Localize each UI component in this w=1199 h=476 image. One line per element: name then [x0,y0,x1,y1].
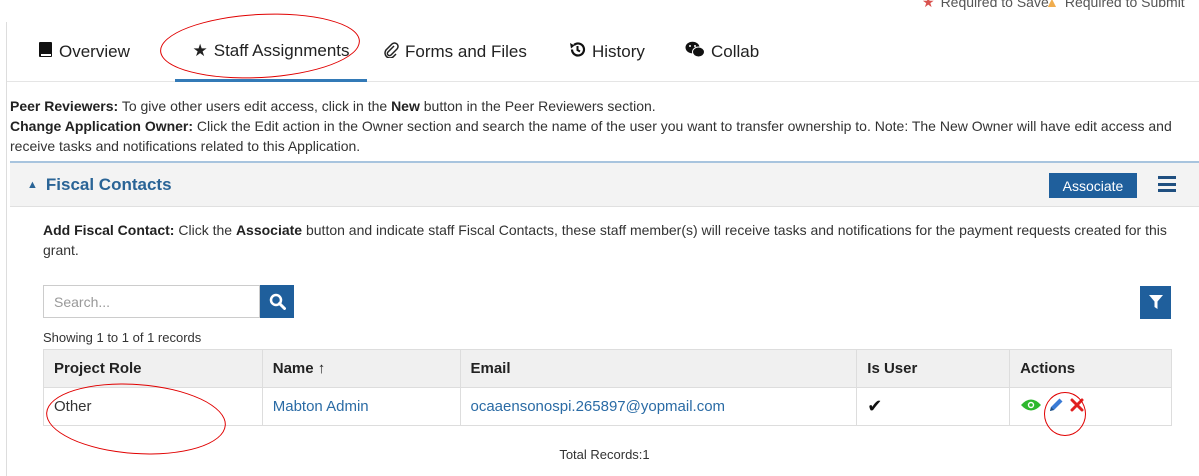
fiscal-contacts-table: Project Role Name ↑ Email Is User Action… [43,349,1172,426]
cell-email-link[interactable]: ocaaensonospi.265897@yopmail.com [459,387,858,426]
filter-button[interactable] [1140,286,1171,319]
book-icon [39,41,53,63]
search-button[interactable] [260,285,294,318]
panel-header: ▲ Fiscal Contacts Associate [10,163,1199,207]
total-records: Total Records:1 [559,447,650,462]
tab-bar: Overview ★ Staff Assignments Forms and F… [7,22,1199,82]
warning-icon: ▲ [1045,0,1059,10]
table-row: Other Mabton Admin ocaaensonospi.265897@… [43,387,1172,426]
paperclip-icon [383,41,399,63]
records-count: Showing 1 to 1 of 1 records [43,330,202,345]
filter-icon [1148,295,1163,309]
required-legend: ★ Required to Save ▲ Required to Submit [0,0,1199,22]
column-header-name[interactable]: Name ↑ [261,349,461,388]
column-header-actions: Actions [1009,349,1172,388]
cell-actions [1009,387,1172,426]
search-icon [269,293,286,310]
tab-staff-assignments[interactable]: ★ Staff Assignments [175,22,367,82]
required-submit-legend: ▲ Required to Submit [1045,0,1185,10]
search-input[interactable] [43,285,260,318]
table-header-row: Project Role Name ↑ Email Is User Action… [43,349,1172,388]
cell-project-role: Other [43,387,263,426]
tab-label: Overview [59,42,130,61]
star-icon: ★ [192,40,208,60]
panel-description: Add Fiscal Contact: Click the Associate … [43,222,1167,258]
change-owner-note: Change Application Owner: Click the Edit… [10,118,1172,154]
associate-button[interactable]: Associate [1049,173,1137,198]
required-save-legend: ★ Required to Save [922,0,1049,11]
view-icon[interactable] [1020,398,1042,416]
instructions: Peer Reviewers: To give other users edit… [10,96,1195,156]
content-left-border [6,22,7,476]
tab-collab[interactable]: Collab [685,22,759,82]
tab-history[interactable]: History [569,22,645,82]
column-header-project-role[interactable]: Project Role [43,349,263,388]
panel-title: Fiscal Contacts [45,175,172,194]
delete-icon[interactable] [1070,398,1084,416]
tab-label: Collab [711,42,760,61]
column-header-email[interactable]: Email [459,349,858,388]
cell-is-user-check-icon: ✔ [856,387,1011,426]
wechat-icon [685,41,705,63]
caret-up-icon: ▲ [27,179,38,191]
column-header-is-user[interactable]: Is User [856,349,1011,388]
history-icon [569,41,586,63]
peer-reviewers-note: Peer Reviewers: To give other users edit… [10,98,656,114]
cell-name-link[interactable]: Mabton Admin [261,387,461,426]
menu-icon[interactable] [1158,176,1176,192]
tab-forms-and-files[interactable]: Forms and Files [383,22,527,82]
tab-label: Staff Assignments [213,40,350,60]
tab-label: History [592,42,645,61]
tab-label: Forms and Files [405,42,527,61]
edit-pencil-icon[interactable] [1048,397,1064,417]
row-actions [1020,397,1084,417]
panel-toggle[interactable]: ▲ Fiscal Contacts [27,175,172,195]
required-star-icon: ★ [922,0,935,10]
tab-overview[interactable]: Overview [39,22,130,82]
search-group [43,285,294,318]
fiscal-contacts-panel: ▲ Fiscal Contacts Associate Add Fiscal C… [10,161,1199,476]
